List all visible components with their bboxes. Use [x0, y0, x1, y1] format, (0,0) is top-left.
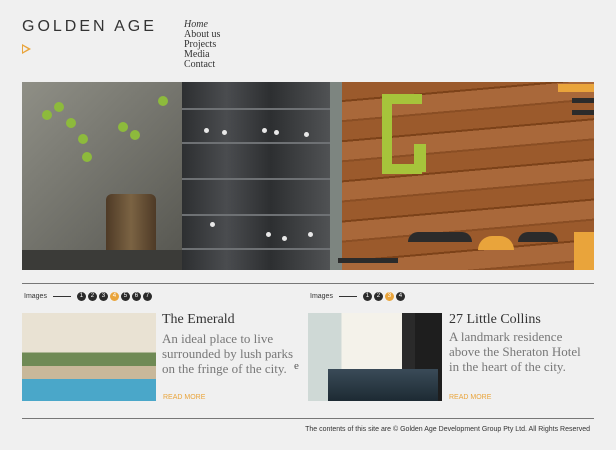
mailbox-row: [182, 248, 330, 250]
pager-dot[interactable]: 5: [120, 292, 130, 301]
mailbox-row: [182, 108, 330, 110]
mailboxes: [182, 82, 330, 270]
nav-contact[interactable]: Contact: [184, 60, 220, 70]
mailbox-row: [182, 178, 330, 180]
door-frame: [330, 82, 342, 270]
plant-leaf: [82, 152, 92, 162]
read-more-link[interactable]: READ MORE: [449, 394, 491, 401]
signage-bar: [338, 258, 398, 263]
mailbox-knob: [262, 128, 267, 133]
signage-bar: [558, 84, 594, 92]
pager-dot[interactable]: 1: [362, 292, 372, 301]
mailbox-knob: [308, 232, 313, 237]
project-image-emerald[interactable]: [22, 313, 156, 401]
stray-text: e: [294, 360, 299, 372]
pool-area: [328, 369, 438, 401]
project-description: A landmark residence above the Sheraton …: [449, 329, 581, 374]
signage-bar: [572, 98, 594, 103]
divider: [22, 283, 594, 284]
mailbox-row: [182, 214, 330, 216]
hero-ledge: [22, 250, 182, 270]
project-title[interactable]: The Emerald: [162, 312, 235, 328]
signage-bar: [572, 110, 594, 115]
pager-label: Images: [310, 293, 333, 300]
plant-leaf: [130, 130, 140, 140]
image-pager-2: Images 1 2 3 4: [310, 292, 407, 301]
mailbox-knob: [282, 236, 287, 241]
mailbox-knob: [304, 132, 309, 137]
pager-rule: [52, 296, 71, 297]
pager-dot[interactable]: 3: [98, 292, 108, 301]
pager-dot[interactable]: 6: [131, 292, 141, 301]
pager-dot-active[interactable]: 4: [109, 292, 119, 301]
project-title[interactable]: 27 Little Collins: [449, 312, 541, 328]
pager-dot-active[interactable]: 3: [384, 292, 394, 301]
plant-leaf: [158, 96, 168, 106]
logo[interactable]: GOLDEN AGE: [22, 18, 157, 36]
plant-leaf: [118, 122, 128, 132]
logo-arrow-icon: [22, 44, 31, 54]
signage-block: [574, 232, 594, 270]
pager-rule: [338, 296, 357, 297]
mailbox-row: [182, 142, 330, 144]
pager-dot[interactable]: 4: [395, 292, 405, 301]
plant-leaf: [66, 118, 76, 128]
signage-letter-g: [382, 94, 426, 174]
mailbox-knob: [210, 222, 215, 227]
pager-dot[interactable]: 2: [87, 292, 97, 301]
pager-dot[interactable]: 1: [76, 292, 86, 301]
mailbox-knob: [204, 128, 209, 133]
signage-arch: [478, 236, 514, 250]
project-image-little-collins[interactable]: [308, 313, 442, 401]
hero-banner: [22, 82, 594, 270]
plant-leaf: [78, 134, 88, 144]
mailbox-knob: [266, 232, 271, 237]
project-description: An ideal place to live surrounded by lus…: [162, 331, 294, 376]
pager-label: Images: [24, 293, 47, 300]
signage-arch: [518, 232, 558, 242]
mailbox-knob: [274, 130, 279, 135]
divider: [22, 418, 594, 419]
main-nav: Home About us Projects Media Contact: [184, 20, 220, 70]
plant-leaf: [42, 110, 52, 120]
image-pager-1: Images 1 2 3 4 5 6 7: [24, 292, 154, 301]
mailbox-knob: [222, 130, 227, 135]
pager-dot[interactable]: 7: [142, 292, 152, 301]
plant-leaf: [54, 102, 64, 112]
read-more-link[interactable]: READ MORE: [163, 394, 205, 401]
pager-dot[interactable]: 2: [373, 292, 383, 301]
footer-copyright: The contents of this site are © Golden A…: [305, 426, 590, 433]
signage-arch: [408, 232, 472, 242]
